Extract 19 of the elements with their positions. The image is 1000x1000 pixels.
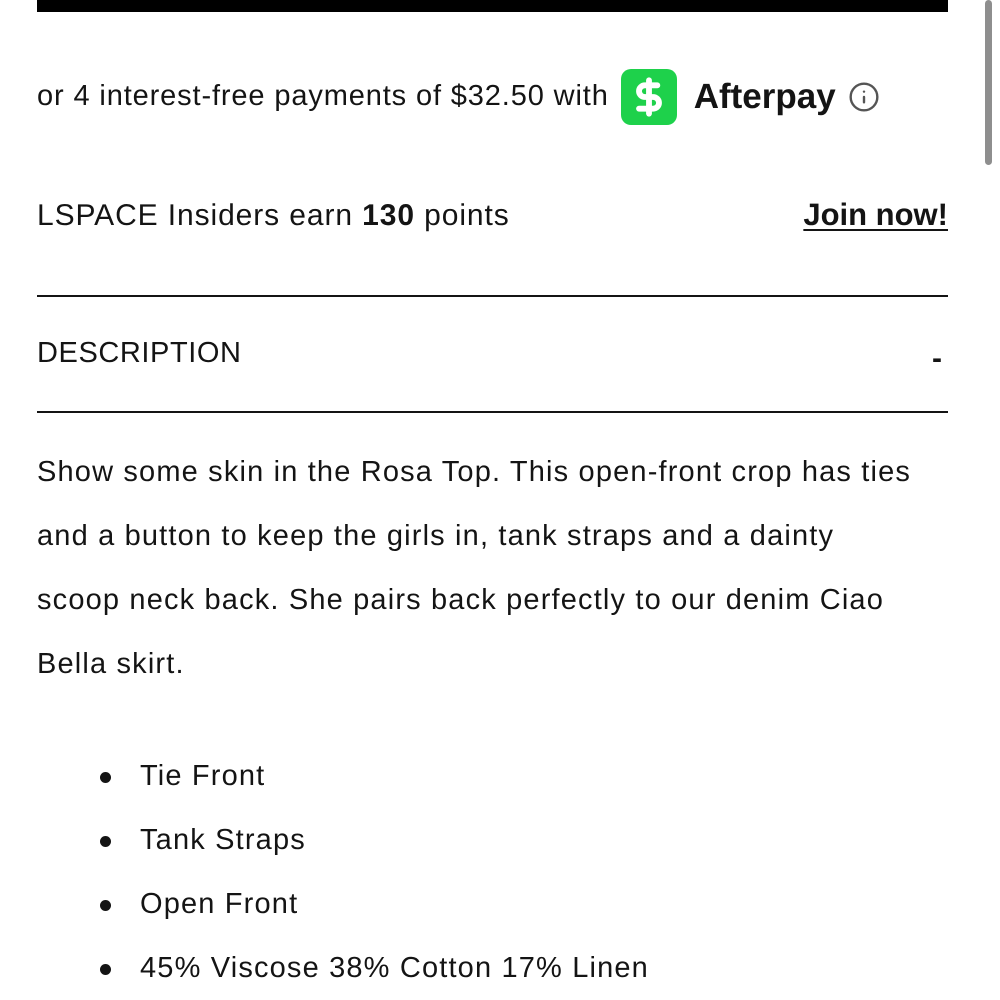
join-link[interactable]: Join now!: [803, 192, 948, 238]
feature-text: Tank Straps: [140, 823, 306, 858]
rewards-text: LSPACE Insiders earn 130 points: [37, 198, 510, 234]
installment-text: or 4 interest-free payments of $32.50 with: [37, 79, 609, 114]
feature-text: 45% Viscose 38% Cotton 17% Linen: [140, 951, 649, 986]
feature-text: Tie Front: [140, 759, 266, 794]
bullet-icon: [100, 836, 111, 846]
info-icon[interactable]: [848, 81, 880, 113]
bullet-icon: [100, 964, 111, 974]
description-paragraph: Show some skin in the Rosa Top. This open-front crop has ties and a button to keep the girls in, tank straps and a dainty scoop neck back. She pairs back perfectly to our denim Ciao Bella skirt.: [37, 455, 912, 682]
bullet-icon: [100, 772, 111, 782]
feature-text: Open Front: [140, 887, 298, 922]
section-title: DESCRIPTION: [37, 336, 242, 372]
brand-name: Afterpay: [694, 76, 836, 118]
dollar-icon: [620, 69, 677, 125]
collapse-toggle[interactable]: -: [932, 336, 942, 380]
button-edge[interactable]: [37, 0, 948, 12]
bullet-icon: [100, 900, 111, 910]
scrollbar-thumb[interactable]: [985, 0, 992, 165]
